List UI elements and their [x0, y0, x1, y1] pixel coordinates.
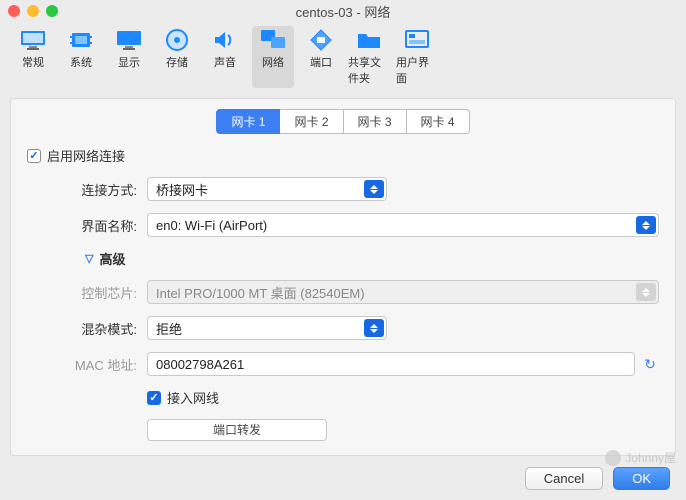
watermark: Johnny屋: [605, 449, 676, 466]
dialog-footer: Cancel OK: [525, 467, 670, 490]
chevron-updown-icon: [636, 216, 656, 234]
minimize-icon[interactable]: [27, 5, 39, 17]
port-icon: [306, 28, 336, 52]
interface-name-label: 界面名称:: [27, 216, 147, 235]
tab-user-interface[interactable]: 用户界面: [396, 26, 438, 88]
ui-icon: [402, 28, 432, 52]
tab-display[interactable]: 显示: [108, 26, 150, 88]
enable-adapter-checkbox[interactable]: [27, 149, 41, 163]
promiscuous-mode-select[interactable]: 拒绝: [147, 316, 387, 340]
monitor-icon: [18, 28, 48, 52]
titlebar: centos-03 - 网络: [0, 0, 686, 22]
cancel-button[interactable]: Cancel: [525, 467, 603, 490]
interface-name-select[interactable]: en0: Wi-Fi (AirPort): [147, 213, 659, 237]
category-toolbar: 常规 系统 显示 存储 声音 网络 端口 共享文件夹 用户界面: [0, 22, 686, 98]
display-icon: [114, 28, 144, 52]
cable-connected-label: 接入网线: [167, 388, 219, 407]
chevron-updown-icon: [636, 283, 656, 301]
attached-to-label: 连接方式:: [27, 180, 147, 199]
tab-general[interactable]: 常规: [12, 26, 54, 88]
window-title: centos-03 - 网络: [0, 2, 686, 21]
window-controls: [8, 5, 58, 17]
enable-adapter-label: 启用网络连接: [47, 146, 125, 165]
promiscuous-mode-label: 混杂模式:: [27, 319, 147, 338]
adapter-tab-3[interactable]: 网卡 3: [344, 109, 407, 134]
adapter-type-label: 控制芯片:: [27, 283, 147, 302]
tab-audio[interactable]: 声音: [204, 26, 246, 88]
tab-ports[interactable]: 端口: [300, 26, 342, 88]
tab-storage[interactable]: 存储: [156, 26, 198, 88]
network-icon: [258, 28, 288, 52]
mac-address-input[interactable]: 08002798A261: [147, 352, 635, 376]
adapter-tab-2[interactable]: 网卡 2: [280, 109, 343, 134]
mac-address-label: MAC 地址:: [27, 355, 147, 374]
port-forwarding-button[interactable]: 端口转发: [147, 419, 327, 441]
cable-connected-checkbox[interactable]: [147, 391, 161, 405]
refresh-mac-button[interactable]: ↻: [641, 355, 659, 373]
chevron-updown-icon: [364, 180, 384, 198]
adapter-tab-4[interactable]: 网卡 4: [407, 109, 470, 134]
close-icon[interactable]: [8, 5, 20, 17]
adapter-type-select: Intel PRO/1000 MT 桌面 (82540EM): [147, 280, 659, 304]
chevron-updown-icon: [364, 319, 384, 337]
triangle-down-icon: ▽: [85, 252, 93, 265]
adapter-tabs: 网卡 1 网卡 2 网卡 3 网卡 4: [27, 109, 659, 134]
tab-shared-folders[interactable]: 共享文件夹: [348, 26, 390, 88]
chip-icon: [66, 28, 96, 52]
disk-icon: [162, 28, 192, 52]
adapter-tab-1[interactable]: 网卡 1: [216, 109, 280, 134]
tab-system[interactable]: 系统: [60, 26, 102, 88]
speaker-icon: [210, 28, 240, 52]
folder-icon: [354, 28, 384, 52]
attached-to-select[interactable]: 桥接网卡: [147, 177, 387, 201]
settings-panel: 网卡 1 网卡 2 网卡 3 网卡 4 启用网络连接 连接方式: 桥接网卡 界面…: [10, 98, 676, 456]
maximize-icon[interactable]: [46, 5, 58, 17]
advanced-disclosure[interactable]: ▽ 高级: [85, 249, 659, 268]
ok-button[interactable]: OK: [613, 467, 670, 490]
tab-network[interactable]: 网络: [252, 26, 294, 88]
wechat-icon: [605, 450, 621, 466]
